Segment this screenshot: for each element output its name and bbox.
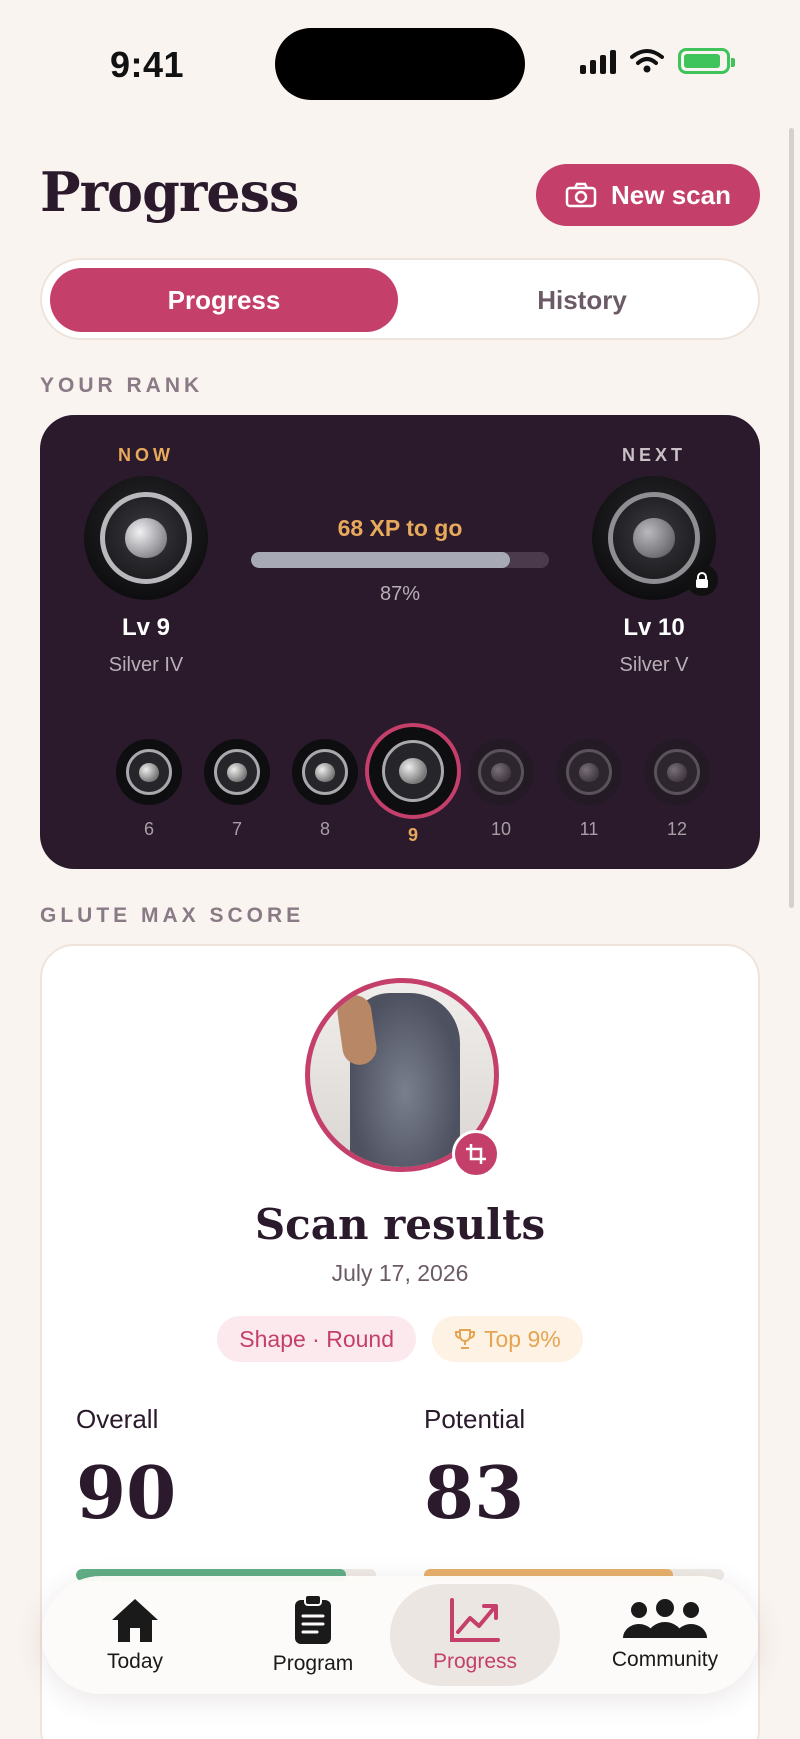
level-item[interactable]: 11: [554, 739, 624, 840]
level-number: 9: [407, 825, 418, 845]
bottom-tab-bar: Today Program Progress Community: [42, 1576, 758, 1694]
status-time: 9:41: [110, 44, 185, 85]
tab-progress-nav[interactable]: Progress: [390, 1584, 560, 1686]
level-number: 7: [231, 819, 242, 839]
level-item[interactable]: 12: [642, 739, 712, 840]
next-tag: NEXT: [621, 445, 686, 465]
xp-progress-bar: [251, 552, 549, 568]
chart-trend-icon: [450, 1598, 500, 1642]
level-number: 10: [490, 819, 512, 839]
tab-program-label: Program: [272, 1652, 354, 1675]
status-icons: [580, 48, 735, 74]
tab-progress-nav-label: Progress: [432, 1650, 518, 1673]
crop-icon: [466, 1144, 486, 1164]
scan-results-title: Scan results: [254, 1200, 546, 1249]
potential-label: Potential: [424, 1404, 526, 1434]
crop-button[interactable]: [452, 1130, 500, 1178]
level-number: 8: [319, 819, 330, 839]
level-badge: [204, 739, 270, 805]
clipboard-icon: [295, 1594, 331, 1644]
current-rank: NOW Lv 9 Silver IV: [76, 445, 216, 677]
overall-metric: Overall 90: [76, 1404, 376, 1581]
cellular-signal-icon: [580, 48, 616, 74]
tab-program[interactable]: Program: [228, 1584, 398, 1686]
peach-icon: [667, 762, 687, 782]
new-scan-button[interactable]: New scan: [536, 164, 760, 226]
new-scan-label: New scan: [611, 179, 731, 210]
result-chips: Shape · Round Top 9%: [42, 1316, 758, 1362]
tab-history[interactable]: History: [408, 268, 756, 332]
page-title: Progress: [40, 160, 299, 224]
potential-metric: Potential 83: [424, 1404, 724, 1581]
next-tier: Silver V: [619, 654, 689, 676]
rank-card: NOW Lv 9 Silver IV 68 XP to go 87% NEXT …: [40, 415, 760, 869]
camera-icon: [565, 182, 597, 208]
current-tier: Silver IV: [108, 654, 184, 676]
now-tag: NOW: [118, 445, 174, 465]
level-number: 11: [579, 819, 599, 839]
level-badge: [365, 723, 461, 819]
xp-progress-fill: [251, 552, 511, 568]
peach-icon: [139, 762, 159, 782]
tab-today-label: Today: [106, 1650, 164, 1673]
level-badge: [292, 739, 358, 805]
peach-icon: [633, 518, 675, 558]
level-item[interactable]: 10: [466, 739, 536, 840]
battery-icon: [678, 48, 735, 74]
top-percent-chip: Top 9%: [432, 1316, 583, 1362]
lock-icon: [686, 564, 718, 596]
overall-label: Overall: [76, 1404, 159, 1434]
view-toggle: Progress History: [40, 258, 760, 340]
dynamic-island: [275, 28, 525, 100]
status-bar: 9:41: [0, 0, 800, 120]
overall-value: 90: [76, 1450, 177, 1535]
peach-icon: [579, 762, 599, 782]
scrollbar[interactable]: [789, 128, 794, 908]
shape-chip: Shape · Round: [217, 1316, 416, 1362]
level-item[interactable]: 8: [290, 739, 360, 840]
tab-today[interactable]: Today: [50, 1584, 220, 1686]
level-item[interactable]: 9: [365, 723, 461, 846]
potential-value: 83: [424, 1450, 525, 1535]
home-icon: [112, 1599, 158, 1642]
peach-icon: [315, 762, 335, 782]
trophy-icon: [455, 1329, 475, 1349]
level-number: 6: [143, 819, 154, 839]
score-section-label: GLUTE MAX SCORE: [40, 904, 305, 927]
next-level: Lv 10: [623, 614, 685, 641]
level-badge: [644, 739, 710, 805]
next-rank: NEXT Lv 10 Silver V: [584, 445, 724, 677]
shape-chip-label: Shape · Round: [239, 1325, 394, 1352]
level-badge: [556, 739, 622, 805]
scan-date: July 17, 2026: [331, 1260, 469, 1286]
level-item[interactable]: 6: [114, 739, 184, 840]
current-level: Lv 9: [121, 614, 171, 641]
peach-icon: [399, 758, 427, 784]
next-rank-badge: [592, 476, 718, 600]
level-badge: [468, 739, 534, 805]
people-icon: [623, 1599, 707, 1638]
level-item[interactable]: 7: [202, 739, 272, 840]
rank-section-label: YOUR RANK: [40, 374, 204, 397]
wifi-icon: [630, 49, 664, 73]
level-carousel[interactable]: 6 7 8 9 10 11 12: [70, 715, 730, 845]
top-chip-label: Top 9%: [484, 1325, 561, 1352]
tab-progress[interactable]: Progress: [50, 268, 398, 332]
level-badge: [116, 739, 182, 805]
peach-icon: [227, 762, 247, 782]
tab-community[interactable]: Community: [580, 1584, 750, 1686]
peach-icon: [491, 762, 511, 782]
level-number: 12: [666, 819, 688, 839]
tab-community-label: Community: [611, 1648, 719, 1671]
